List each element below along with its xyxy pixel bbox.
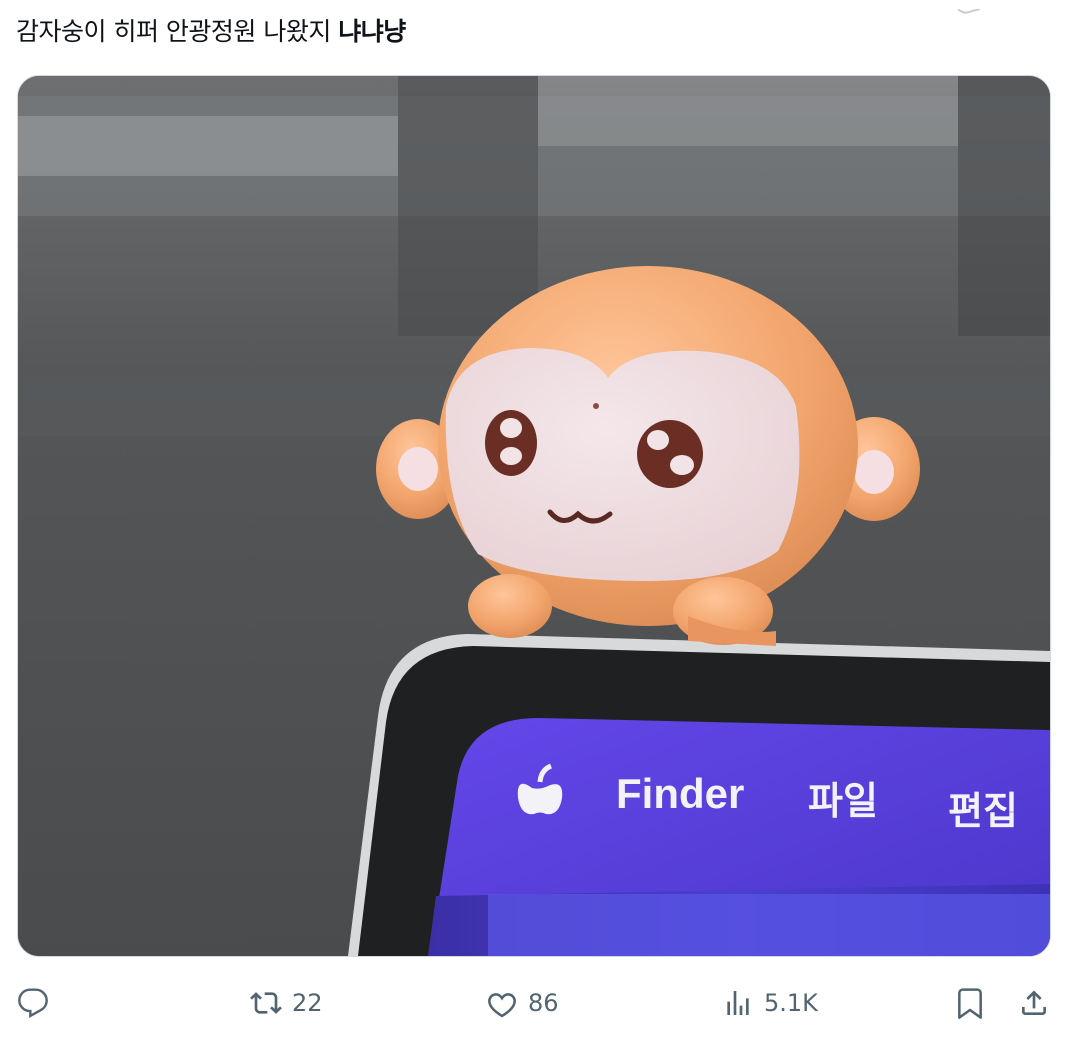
reply-icon	[18, 988, 48, 1018]
heart-icon	[488, 993, 516, 1018]
bookmark-icon	[958, 988, 982, 1019]
bookmark-button[interactable]	[954, 975, 986, 1031]
share-icon	[1022, 990, 1046, 1015]
like-count: 86	[528, 989, 559, 1017]
menubar-item-edit: 편집	[948, 789, 1018, 833]
tweet-text: 감자숭이 히퍼 안광정원 나왔지 냐냐냥	[16, 14, 406, 50]
photo-illustration: Finder 파일 편집	[18, 76, 1050, 956]
views-icon	[727, 991, 749, 1015]
views-count: 5.1K	[764, 989, 818, 1017]
menubar-item-file: 파일	[808, 779, 878, 823]
tweet-photo[interactable]: Finder 파일 편집	[17, 75, 1051, 957]
truncated-corner-mark	[950, 0, 981, 14]
tweet-text-regular: 감자숭이 히퍼 안광정원 나왔지	[16, 17, 339, 46]
tweet-text-bold: 냐냐냥	[338, 17, 406, 46]
menubar-item-finder: Finder	[616, 770, 744, 817]
share-button[interactable]	[1018, 975, 1050, 1031]
repost-button[interactable]: 22	[250, 975, 323, 1031]
reply-button[interactable]	[17, 975, 49, 1031]
repost-count: 22	[292, 989, 323, 1017]
views-button[interactable]: 5.1K	[722, 975, 818, 1031]
like-button[interactable]: 86	[486, 975, 559, 1031]
tweet-action-bar: 22 86 5.1K	[0, 975, 1078, 1031]
repost-icon	[250, 992, 282, 1014]
